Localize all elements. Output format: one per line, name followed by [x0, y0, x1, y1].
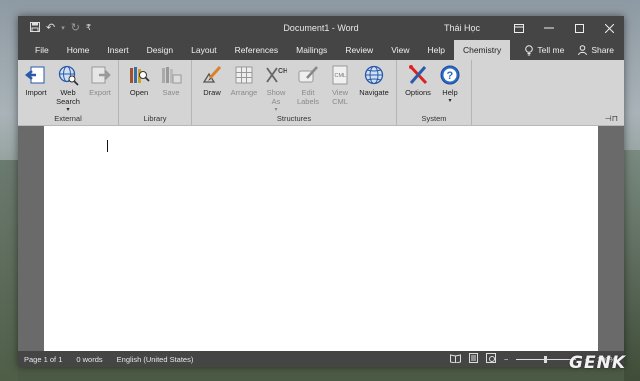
maximize-icon[interactable] [564, 16, 594, 40]
export-icon [89, 64, 111, 86]
tab-view[interactable]: View [382, 40, 418, 60]
globe-search-icon [57, 64, 79, 86]
word-count[interactable]: 0 words [76, 355, 102, 364]
share-label: Share [591, 45, 614, 55]
open-button[interactable]: Open [124, 64, 154, 114]
redo-icon[interactable]: ↻ [71, 22, 80, 34]
undo-icon[interactable]: ↶ [46, 22, 55, 34]
lightbulb-icon [525, 44, 534, 55]
tab-help[interactable]: Help [418, 40, 453, 60]
group-label-library: Library [143, 114, 167, 123]
tab-design[interactable]: Design [138, 40, 182, 60]
undo-dropdown-icon[interactable]: ▾ [61, 25, 65, 32]
zoom-slider[interactable] [516, 355, 577, 363]
tab-review[interactable]: Review [336, 40, 382, 60]
print-layout-icon[interactable] [469, 353, 479, 365]
web-layout-icon[interactable] [486, 353, 497, 365]
tab-insert[interactable]: Insert [98, 40, 137, 60]
arrange-button[interactable]: Arrange [229, 64, 259, 114]
show-as-icon: CH [265, 64, 287, 86]
customize-qat-icon[interactable]: ₹ [86, 24, 91, 32]
title-bar: ↶ ▾ ↻ ₹ Document1 - Word Thái Học [18, 16, 624, 40]
help-question-icon: ? [439, 64, 461, 86]
group-structures: Draw Arrange CH Show As ▾ Edit Labels CM… [192, 60, 397, 125]
tab-mailings[interactable]: Mailings [287, 40, 336, 60]
save-library-button[interactable]: Save [156, 64, 186, 114]
background-left [0, 160, 18, 381]
group-system: Options ? Help ▾ System [397, 60, 472, 125]
document-area [18, 126, 624, 351]
svg-text:CML: CML [335, 73, 347, 79]
navigate-globe-icon [363, 64, 385, 86]
view-cml-button[interactable]: CML View CML [325, 64, 355, 114]
read-mode-icon[interactable] [450, 353, 462, 365]
word-window: ↶ ▾ ↻ ₹ Document1 - Word Thái Học File H… [18, 16, 624, 367]
tab-file[interactable]: File [26, 40, 58, 60]
group-external: Import Web Search ▾ Export External [18, 60, 119, 125]
language-indicator[interactable]: English (United States) [117, 355, 194, 364]
group-label-system: System [421, 114, 447, 123]
minimize-icon[interactable] [534, 16, 564, 40]
tab-chemistry[interactable]: Chemistry [453, 40, 511, 60]
ribbon-tabs: File Home Insert Design Layout Reference… [18, 40, 624, 60]
options-tools-icon [407, 64, 429, 86]
navigate-button[interactable]: Navigate [357, 64, 391, 114]
tab-references[interactable]: References [226, 40, 287, 60]
export-button[interactable]: Export [85, 64, 115, 114]
show-as-button[interactable]: CH Show As ▾ [261, 64, 291, 114]
close-icon[interactable] [594, 16, 624, 40]
pin-ribbon-icon[interactable]: ⊣⊓ [605, 114, 618, 123]
save-icon[interactable] [30, 21, 40, 35]
status-bar: Page 1 of 1 0 words English (United Stat… [18, 351, 624, 367]
background-right [624, 150, 640, 381]
edit-labels-button[interactable]: Edit Labels [293, 64, 323, 114]
arrange-icon [233, 64, 255, 86]
group-label-external: External [54, 114, 82, 123]
group-library: Open Save Library [119, 60, 192, 125]
tab-layout[interactable]: Layout [182, 40, 226, 60]
save-library-icon [160, 64, 182, 86]
user-name[interactable]: Thái Học [444, 23, 480, 33]
tell-me-label: Tell me [537, 45, 565, 55]
text-cursor [107, 140, 108, 152]
import-icon [25, 64, 47, 86]
document-page[interactable] [44, 126, 598, 351]
web-search-button[interactable]: Web Search ▾ [53, 64, 83, 114]
person-icon [578, 45, 588, 55]
draw-icon [201, 64, 223, 86]
quick-access-toolbar: ↶ ▾ ↻ ₹ [18, 21, 91, 35]
ribbon: Import Web Search ▾ Export External Open… [18, 60, 624, 126]
group-label-structures: Structures [276, 114, 312, 123]
zoom-out-icon[interactable]: − [504, 355, 508, 364]
edit-labels-icon [297, 64, 319, 86]
help-button[interactable]: ? Help ▾ [435, 64, 465, 114]
dropdown-arrow-icon: ▾ [448, 98, 452, 104]
view-cml-icon: CML [329, 64, 351, 86]
ribbon-display-options-icon[interactable] [504, 16, 534, 40]
svg-text:?: ? [447, 70, 454, 82]
svg-text:CH: CH [278, 68, 287, 75]
page-count[interactable]: Page 1 of 1 [24, 355, 62, 364]
import-button[interactable]: Import [21, 64, 51, 114]
share-button[interactable]: Share [572, 45, 624, 55]
tell-me-box[interactable]: Tell me [517, 44, 572, 56]
tab-home[interactable]: Home [58, 40, 99, 60]
draw-button[interactable]: Draw [197, 64, 227, 114]
open-library-icon [128, 64, 150, 86]
genk-watermark-logo: GENK [569, 353, 626, 373]
options-button[interactable]: Options [403, 64, 433, 114]
